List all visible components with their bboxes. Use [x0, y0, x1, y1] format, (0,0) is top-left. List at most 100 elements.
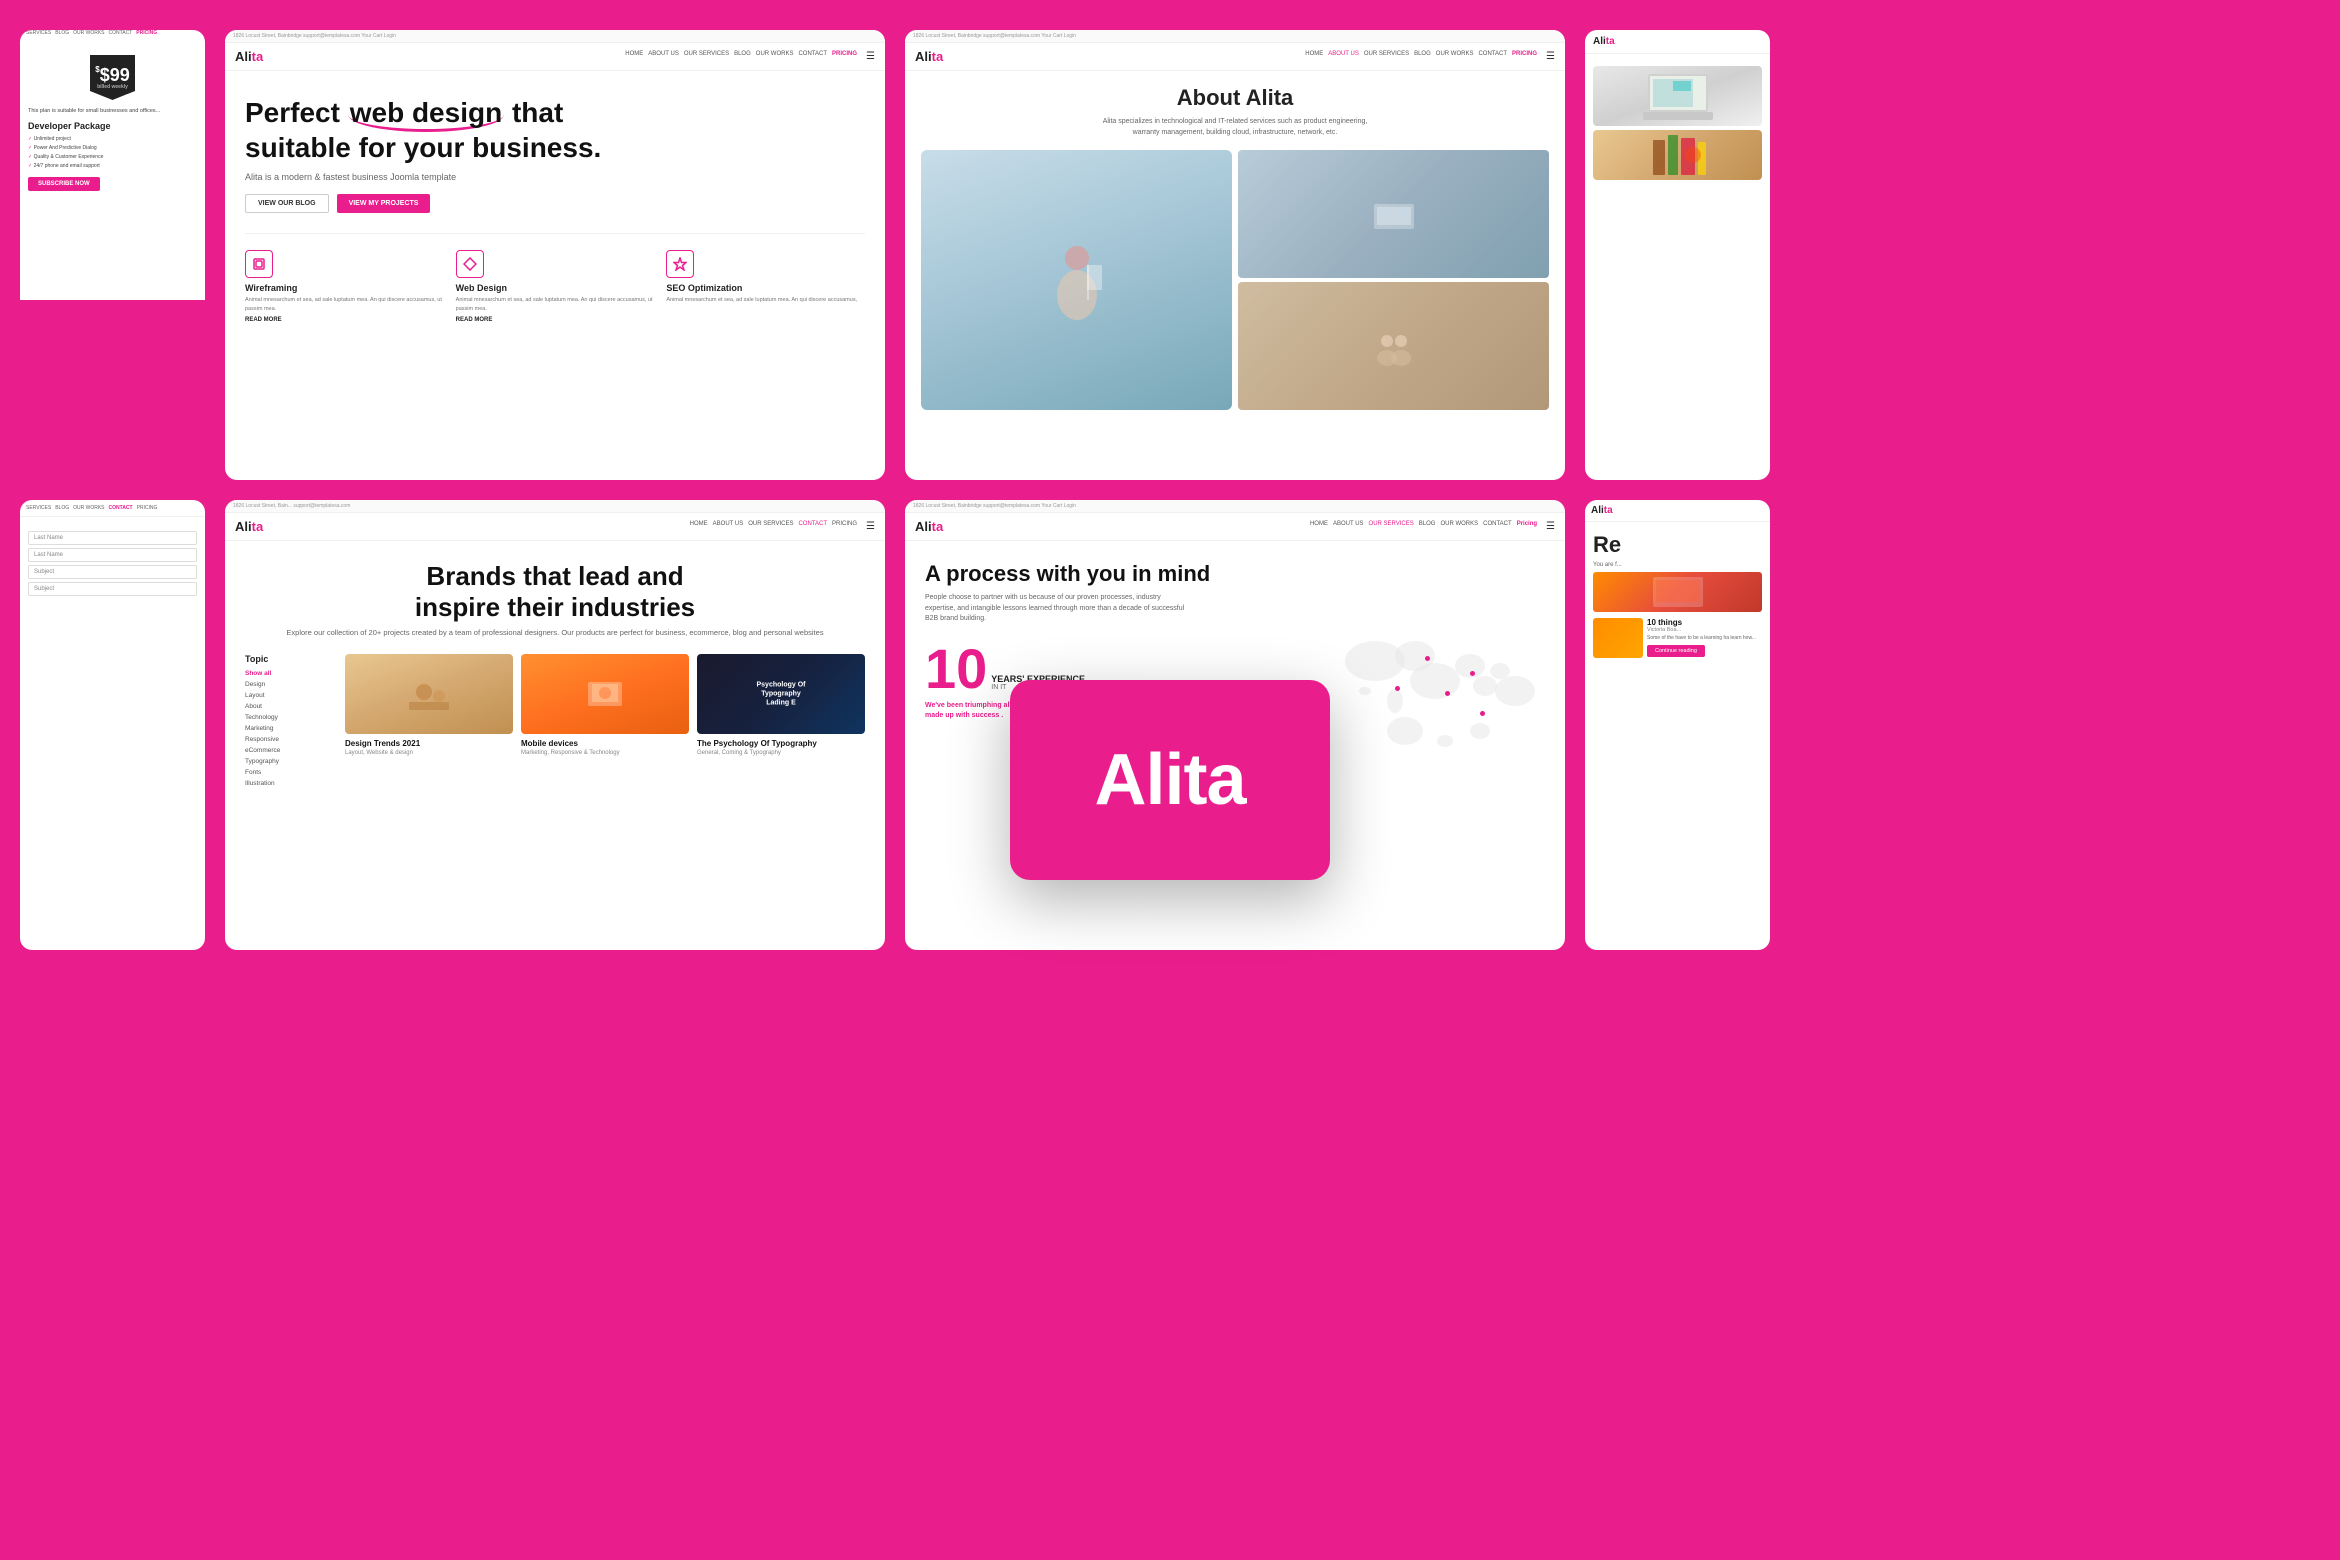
topbar-info: 1826 Locust Street, Bainbridge support@t…	[913, 503, 1076, 509]
blog-link-showall[interactable]: Show all	[245, 668, 335, 679]
blog-card-3: Psychology OfTypographyLading E The Psyc…	[697, 654, 865, 789]
view-projects-button[interactable]: VIEW MY PROJECTS	[337, 194, 431, 213]
nav-about[interactable]: ABOUT US	[713, 521, 744, 532]
nav-ourworks: OUR WORKS	[73, 30, 104, 36]
blog-section: Topic Show all Design Layout About Techn…	[245, 654, 865, 789]
service-seo: SEO Optimization Animal mnesarchum et se…	[666, 250, 865, 323]
hamburger-icon[interactable]: ☰	[866, 51, 875, 62]
nav-pricing: PRICING	[136, 30, 157, 36]
continue-button[interactable]: Continue reading	[1647, 645, 1705, 657]
blog-link-illustration[interactable]: Illustration	[245, 778, 335, 789]
logo-text: Alita	[915, 519, 943, 534]
blog-link-design[interactable]: Design	[245, 679, 335, 690]
nav-works[interactable]: OUR WORKS	[1436, 51, 1474, 62]
nav-blog[interactable]: BLOG	[1419, 521, 1436, 532]
card4-nav: Alita	[1585, 30, 1770, 54]
hero-title: Perfect web design thatsuitable for your…	[245, 97, 865, 164]
nav-services-active[interactable]: OUR SERVICES	[1369, 521, 1414, 532]
subscribe-button[interactable]: SUBSCRIBE NOW	[28, 177, 100, 191]
billing-label: billed weekly	[97, 84, 128, 90]
center-brand-overlay: Alita	[1010, 680, 1330, 880]
card3-content: About Alita Alita specializes in technol…	[905, 71, 1565, 424]
hamburger-icon[interactable]: ☰	[1546, 51, 1555, 62]
about-title: About Alita	[921, 85, 1549, 111]
logo-text: Alita	[235, 519, 263, 534]
card2-logo: Alita	[235, 49, 263, 64]
form-subject-2[interactable]: Subject	[28, 582, 197, 596]
nav-blog[interactable]: BLOG	[1414, 51, 1431, 62]
topbar-info: 1826 Locust Street, Bain... support@temp…	[233, 503, 350, 509]
brands-title-line2: inspire their industries	[415, 592, 695, 622]
card8-content: Re You are f... 10 things Victoria Boa..…	[1585, 522, 1770, 664]
nav-blog[interactable]: BLOG	[55, 505, 69, 511]
nav-blog[interactable]: BLOG	[734, 51, 751, 62]
about-composite-images	[1238, 150, 1549, 410]
nav-contact[interactable]: CONTACT	[798, 51, 827, 62]
card8-post-title: 10 things	[1647, 618, 1756, 627]
blog-link-about[interactable]: About	[245, 701, 335, 712]
hamburger-icon[interactable]: ☰	[866, 521, 875, 532]
nav-about-active[interactable]: ABOUT US	[1328, 51, 1359, 62]
blog-link-responsive[interactable]: Responsive	[245, 734, 335, 745]
nav-works[interactable]: OUR WORKS	[1440, 521, 1478, 532]
wireframing-icon	[245, 250, 273, 278]
nav-home[interactable]: HOME	[1310, 521, 1328, 532]
nav-contact[interactable]: CONTACT	[1478, 51, 1507, 62]
wireframing-readmore[interactable]: READ MORE	[245, 317, 444, 323]
nav-about[interactable]: ABOUT US	[1333, 521, 1364, 532]
contact-form: Last Name Last Name Subject Subject	[28, 531, 197, 596]
blog-link-layout[interactable]: Layout	[245, 690, 335, 701]
form-lastname-2[interactable]: Last Name	[28, 548, 197, 562]
card8-logo: Alita	[1591, 505, 1613, 516]
nav-pricing[interactable]: PRICING	[137, 505, 158, 511]
blog-link-marketing[interactable]: Marketing	[245, 723, 335, 734]
card5-nav: SERVICES BLOG OUR WORKS CONTACT PRICING	[20, 500, 205, 517]
card-hero: 1826 Locust Street, Bainbridge support@t…	[225, 30, 885, 480]
blog-link-ecommerce[interactable]: eCommerce	[245, 745, 335, 756]
webdesign-title: Web Design	[456, 283, 655, 293]
nav-pricing[interactable]: PRICING	[832, 51, 857, 62]
view-blog-button[interactable]: VIEW OUR BLOG	[245, 194, 329, 213]
nav-pricing[interactable]: Pricing	[1517, 521, 1537, 532]
blog-card-3-category: General, Coming & Typography	[697, 750, 865, 756]
form-lastname-1[interactable]: Last Name	[28, 531, 197, 545]
nav-services[interactable]: SERVICES	[26, 505, 51, 511]
nav-pricing[interactable]: PRICING	[1512, 51, 1537, 62]
nav-contact-active[interactable]: CONTACT	[798, 521, 827, 532]
webdesign-readmore[interactable]: READ MORE	[456, 317, 655, 323]
card5-content: Last Name Last Name Subject Subject	[20, 517, 205, 602]
nav-services[interactable]: OUR SERVICES	[1364, 51, 1409, 62]
blog-link-technology[interactable]: Technology	[245, 712, 335, 723]
map-dot-1	[1425, 656, 1430, 661]
hero-title-highlight: web design	[348, 97, 504, 132]
brands-desc: Explore our collection of 20+ projects c…	[245, 627, 865, 638]
card8-nav: Alita	[1585, 500, 1770, 522]
topbar-info: 1826 Locust Street, Bainbridge support@t…	[233, 33, 396, 39]
card-contact-partial: SERVICES BLOG OUR WORKS CONTACT PRICING …	[20, 500, 205, 950]
nav-home[interactable]: HOME	[625, 51, 643, 62]
nav-works[interactable]: OUR WORKS	[756, 51, 794, 62]
blog-card-1-title: Design Trends 2021	[345, 739, 513, 748]
nav-about[interactable]: ABOUT US	[648, 51, 679, 62]
process-title: A process with you in mind	[925, 561, 1545, 587]
nav-services[interactable]: OUR SERVICES	[684, 51, 729, 62]
nav-pricing[interactable]: PRICING	[832, 521, 857, 532]
nav-services[interactable]: OUR SERVICES	[748, 521, 793, 532]
nav-works[interactable]: OUR WORKS	[73, 505, 104, 511]
form-subject-1[interactable]: Subject	[28, 565, 197, 579]
blog-link-fonts[interactable]: Fonts	[245, 767, 335, 778]
nav-contact[interactable]: CONTACT	[1483, 521, 1512, 532]
hamburger-icon[interactable]: ☰	[1546, 521, 1555, 532]
nav-home[interactable]: HOME	[690, 521, 708, 532]
card4-content	[1585, 54, 1770, 188]
about-image-office	[1238, 150, 1549, 278]
card2-content: Perfect web design thatsuitable for your…	[225, 71, 885, 339]
seo-title: SEO Optimization	[666, 283, 865, 293]
blog-link-typography[interactable]: Typography	[245, 756, 335, 767]
blog-grid: Design Trends 2021 Layout, Website & des…	[345, 654, 865, 789]
card4-laptop-image	[1593, 66, 1762, 126]
nav-contact-active[interactable]: CONTACT	[109, 505, 133, 511]
price-amount: $99	[100, 65, 130, 85]
nav-home[interactable]: HOME	[1305, 51, 1323, 62]
process-desc: People choose to partner with us because…	[925, 593, 1185, 625]
